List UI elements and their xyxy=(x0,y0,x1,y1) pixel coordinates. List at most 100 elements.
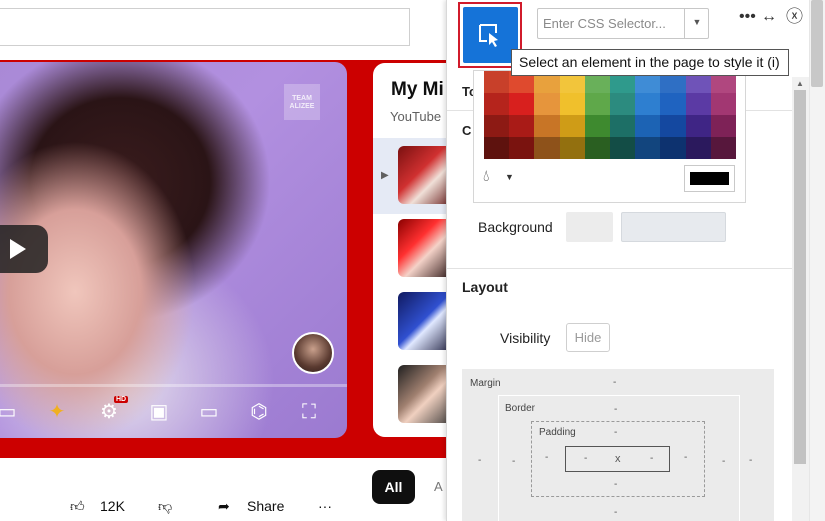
chip-all[interactable]: All xyxy=(372,470,415,504)
youtube-page: TEAM ALIZEE ▭ ✦ ⚙ HD ▣ ▭ ⌬ ⛶ My Mi YouTu… xyxy=(0,0,447,521)
color-swatch[interactable] xyxy=(559,93,585,115)
color-swatch[interactable] xyxy=(534,115,560,137)
content-left-value[interactable]: - xyxy=(584,453,587,464)
cast-icon[interactable]: ⌬ xyxy=(246,400,272,424)
wand-icon[interactable]: ✦ xyxy=(44,400,70,424)
padding-left-value[interactable]: - xyxy=(545,452,548,463)
playlist-title[interactable]: My Mi xyxy=(391,79,444,101)
miniplayer-icon[interactable]: ▣ xyxy=(146,400,172,424)
color-swatch[interactable] xyxy=(484,71,510,93)
eyedropper-caret-icon[interactable]: ▼ xyxy=(505,172,514,182)
playlist-thumbnail[interactable] xyxy=(398,365,447,423)
element-picker-button[interactable] xyxy=(463,7,518,63)
color-swatch[interactable] xyxy=(584,93,610,115)
hide-button[interactable]: Hide xyxy=(566,323,610,352)
color-swatch[interactable] xyxy=(710,93,736,115)
color-swatch[interactable] xyxy=(534,93,560,115)
color-swatch[interactable] xyxy=(685,137,711,159)
padding-bottom-value[interactable]: - xyxy=(614,479,617,490)
padding-label: Padding xyxy=(539,427,576,438)
visibility-label: Visibility xyxy=(500,330,551,346)
selector-dropdown-button[interactable]: ▼ xyxy=(684,9,709,38)
color-swatch[interactable] xyxy=(609,137,636,159)
color-swatch[interactable] xyxy=(509,137,535,159)
scroll-up-arrow-icon[interactable]: ▲ xyxy=(796,79,804,88)
video-progress-bar[interactable] xyxy=(0,384,347,387)
border-top-value[interactable]: - xyxy=(614,404,617,415)
margin-left-value[interactable]: - xyxy=(478,455,481,466)
panel-scroll-thumb[interactable] xyxy=(794,90,806,464)
background-value-input[interactable] xyxy=(621,212,726,242)
margin-right-value[interactable]: - xyxy=(749,455,752,466)
picker-tooltip: Select an element in the page to style i… xyxy=(511,49,789,76)
padding-top-value[interactable]: - xyxy=(614,427,617,438)
color-swatch[interactable] xyxy=(484,93,510,115)
channel-avatar[interactable] xyxy=(292,332,334,374)
color-swatch[interactable] xyxy=(584,115,610,137)
border-right-value[interactable]: - xyxy=(722,456,725,467)
color-swatch[interactable] xyxy=(559,137,585,159)
margin-label: Margin xyxy=(470,378,501,389)
color-swatch[interactable] xyxy=(559,115,585,137)
dock-toggle-icon[interactable]: ↔ xyxy=(761,8,777,26)
eyedropper-icon[interactable]: 💧︎ xyxy=(483,168,489,186)
dislike-icon[interactable]: 👎︎ xyxy=(158,498,172,515)
color-swatch[interactable] xyxy=(509,93,535,115)
content-size-value[interactable]: x xyxy=(615,453,621,465)
page-scroll-thumb[interactable] xyxy=(811,0,823,87)
color-swatch-grid xyxy=(484,71,736,159)
color-swatch[interactable] xyxy=(635,115,661,137)
color-swatch[interactable] xyxy=(509,115,535,137)
color-swatch[interactable] xyxy=(710,115,736,137)
content-right-value[interactable]: - xyxy=(650,453,653,464)
layout-heading: Layout xyxy=(462,279,508,295)
close-icon[interactable]: ⓧ xyxy=(786,8,803,26)
css-selector-input[interactable] xyxy=(538,9,683,38)
playlist-channel[interactable]: YouTube xyxy=(390,109,441,124)
playlist-thumbnail[interactable] xyxy=(398,292,447,350)
color-swatch[interactable] xyxy=(710,137,736,159)
current-color-preview[interactable] xyxy=(684,165,735,192)
color-swatch[interactable] xyxy=(685,115,711,137)
captions-icon[interactable]: ▭ xyxy=(0,400,20,424)
playlist-panel: My Mi YouTube ▶ xyxy=(373,63,447,437)
like-count[interactable]: 12K xyxy=(100,498,125,514)
more-options-icon[interactable]: ••• xyxy=(739,8,756,26)
color-swatch[interactable] xyxy=(534,137,560,159)
current-color-fill xyxy=(690,172,729,185)
theater-mode-icon[interactable]: ▭ xyxy=(196,400,222,424)
padding-right-value[interactable]: - xyxy=(684,452,687,463)
playlist-thumbnail[interactable] xyxy=(398,219,447,277)
share-button[interactable]: Share xyxy=(247,498,284,514)
video-watermark: TEAM ALIZEE xyxy=(284,84,320,120)
background-label: Background xyxy=(478,219,553,235)
color-swatch[interactable] xyxy=(660,93,686,115)
margin-top-value[interactable]: - xyxy=(613,377,616,388)
color-swatch[interactable] xyxy=(609,93,636,115)
playlist-thumbnail[interactable] xyxy=(398,146,447,204)
color-swatch[interactable] xyxy=(609,115,636,137)
color-swatch[interactable] xyxy=(660,115,686,137)
youtube-header xyxy=(0,0,447,60)
like-icon[interactable]: 👍︎ xyxy=(70,498,85,515)
color-swatch[interactable] xyxy=(660,137,686,159)
divider xyxy=(447,268,792,269)
color-swatch[interactable] xyxy=(685,93,711,115)
settings-gear-icon[interactable]: ⚙ xyxy=(96,400,122,424)
color-swatch[interactable] xyxy=(635,93,661,115)
video-player[interactable]: TEAM ALIZEE ▭ ✦ ⚙ HD ▣ ▭ ⌬ ⛶ xyxy=(0,62,347,438)
color-swatch[interactable] xyxy=(484,137,510,159)
youtube-search-input[interactable] xyxy=(0,8,410,46)
share-icon[interactable]: ➦ xyxy=(218,498,230,515)
player-controls: ▭ ✦ ⚙ HD ▣ ▭ ⌬ ⛶ xyxy=(0,392,347,432)
border-bottom-value[interactable]: - xyxy=(614,507,617,518)
color-swatch[interactable] xyxy=(635,137,661,159)
color-swatch[interactable] xyxy=(484,115,510,137)
color-swatch[interactable] xyxy=(584,137,610,159)
play-button[interactable] xyxy=(0,225,48,273)
chip-next[interactable]: A xyxy=(434,479,443,494)
more-actions-button[interactable]: ··· xyxy=(318,498,332,514)
background-color-swatch[interactable] xyxy=(566,212,613,242)
fullscreen-icon[interactable]: ⛶ xyxy=(296,400,322,424)
border-left-value[interactable]: - xyxy=(512,456,515,467)
